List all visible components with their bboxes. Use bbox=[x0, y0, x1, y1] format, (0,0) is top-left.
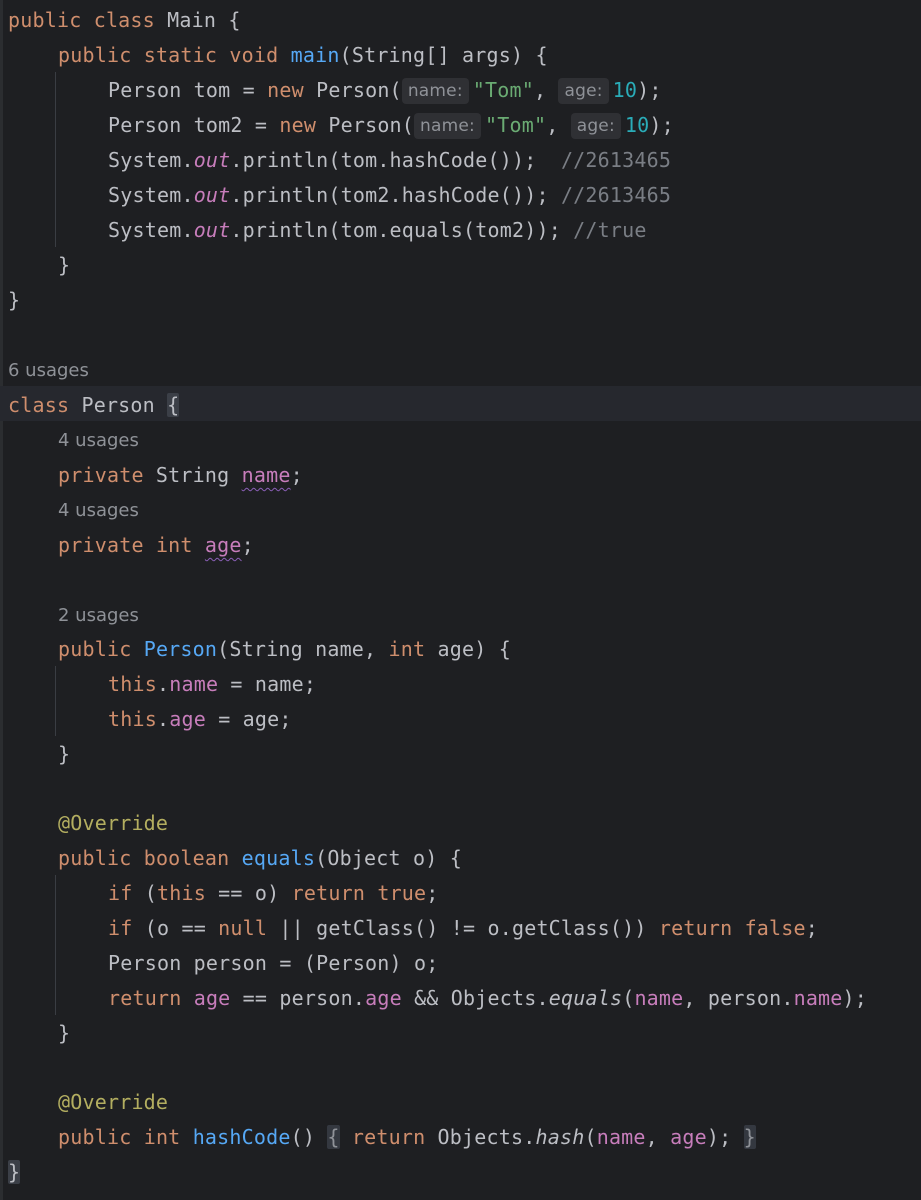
code-line-close-constructor[interactable]: } bbox=[58, 737, 70, 772]
code-line-constructor[interactable]: public Person(String name, int age) { bbox=[58, 632, 511, 667]
code-line-equals-2[interactable]: if (o == null || getClass() != o.getClas… bbox=[108, 911, 818, 946]
parameter-hint-name: name: bbox=[401, 78, 469, 104]
code-line-override-hashcode[interactable]: @Override bbox=[58, 1085, 168, 1120]
code-line-equals-4[interactable]: return age == person.age && Objects.equa… bbox=[108, 981, 867, 1016]
indent-guide bbox=[55, 666, 56, 736]
code-line-tom2[interactable]: Person tom2 = new Person(name: "Tom", age… bbox=[108, 108, 674, 143]
code-editor[interactable]: public class Main { public static void m… bbox=[0, 0, 921, 1200]
code-line-equals-1[interactable]: if (this == o) return true; bbox=[108, 876, 439, 911]
code-line-print-hash-tom2[interactable]: System.out.println(tom2.hashCode()); //2… bbox=[108, 178, 671, 213]
code-line-close-equals[interactable]: } bbox=[58, 1016, 70, 1051]
code-line-print-hash-tom[interactable]: System.out.println(tom.hashCode()); //26… bbox=[108, 143, 671, 178]
code-line-main-class[interactable]: public class Main { bbox=[8, 3, 241, 38]
code-line-age-field[interactable]: private int age; bbox=[58, 528, 254, 563]
code-line-main-method[interactable]: public static void main(String[] args) { bbox=[58, 38, 548, 73]
usage-hint-age-field[interactable]: 4 usages bbox=[58, 493, 139, 528]
code-line-close-main-class[interactable]: } bbox=[8, 283, 20, 318]
code-line-close-person-class[interactable]: } bbox=[8, 1155, 21, 1190]
code-line-tom[interactable]: Person tom = new Person(name: "Tom", age:… bbox=[108, 73, 662, 108]
code-line-override-equals[interactable]: @Override bbox=[58, 806, 168, 841]
code-line-hashcode[interactable]: public int hashCode() { return Objects.h… bbox=[58, 1120, 756, 1155]
code-line-print-equals[interactable]: System.out.println(tom.equals(tom2)); //… bbox=[108, 213, 647, 248]
usage-hint-name-field[interactable]: 4 usages bbox=[58, 423, 139, 458]
usage-hint-person-class[interactable]: 6 usages bbox=[8, 353, 89, 388]
code-line-assign-name[interactable]: this.name = name; bbox=[108, 667, 316, 702]
code-line-assign-age[interactable]: this.age = age; bbox=[108, 702, 292, 737]
parameter-hint-age: age: bbox=[558, 78, 609, 104]
parameter-hint-name: name: bbox=[414, 113, 481, 139]
code-line-equals-3[interactable]: Person person = (Person) o; bbox=[108, 946, 439, 981]
usage-hint-constructor[interactable]: 2 usages bbox=[58, 598, 139, 633]
code-line-equals-signature[interactable]: public boolean equals(Object o) { bbox=[58, 841, 462, 876]
editor-gutter bbox=[0, 0, 3, 1200]
indent-guide bbox=[55, 875, 56, 1015]
indent-guide bbox=[55, 72, 56, 247]
code-line-person-class[interactable]: class Person { bbox=[8, 388, 180, 423]
parameter-hint-age: age: bbox=[570, 113, 621, 139]
code-line-close-main-method[interactable]: } bbox=[58, 248, 70, 283]
code-line-name-field[interactable]: private String name; bbox=[58, 458, 303, 493]
